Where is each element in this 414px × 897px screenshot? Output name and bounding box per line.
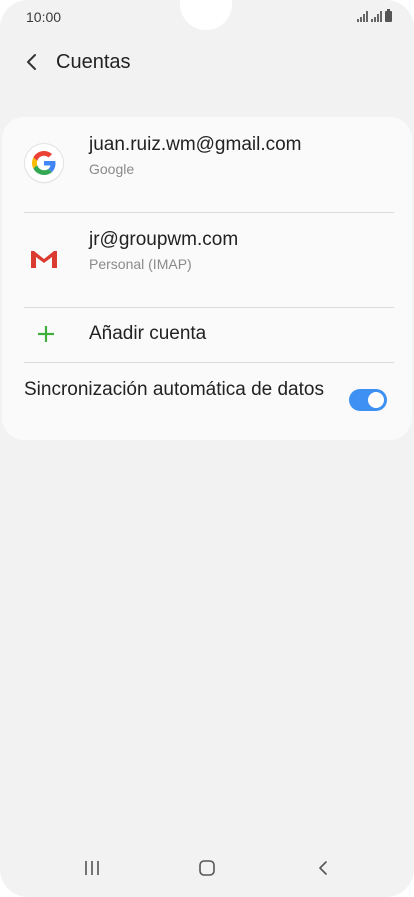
status-time: 10:00: [26, 9, 62, 25]
signal-icon-2: [371, 11, 382, 22]
home-icon: [199, 860, 215, 876]
account-icon: [24, 143, 64, 183]
status-bar: 10:00: [0, 0, 414, 34]
auto-sync-row: Sincronización automática de datos: [2, 363, 412, 440]
recents-icon: [85, 861, 99, 875]
add-account-button[interactable]: Añadir cuenta: [2, 307, 412, 362]
auto-sync-label: Sincronización automática de datos: [24, 379, 324, 400]
chevron-left-icon: [27, 54, 36, 70]
plus-icon: [34, 322, 58, 346]
nav-back-button[interactable]: [298, 851, 348, 885]
page-title: Cuentas: [56, 50, 131, 73]
account-email: juan.ruiz.wm@gmail.com: [89, 134, 302, 155]
gmail-logo-icon: [31, 251, 57, 268]
toggle-knob: [366, 390, 386, 410]
home-button[interactable]: [182, 851, 232, 885]
account-email: jr@groupwm.com: [89, 229, 239, 250]
phone-screen: 10:00 Cuentas juan.ruiz.wm@gmail.com Goo…: [0, 0, 414, 897]
status-icons: [357, 9, 392, 22]
account-row-google[interactable]: juan.ruiz.wm@gmail.com Google: [2, 117, 412, 212]
add-account-label: Añadir cuenta: [89, 323, 207, 344]
account-row-imap[interactable]: jr@groupwm.com Personal (IMAP): [2, 213, 412, 308]
recents-button[interactable]: [67, 851, 117, 885]
signal-icon: [357, 11, 368, 22]
accounts-card: juan.ruiz.wm@gmail.com Google jr@groupwm…: [2, 117, 412, 440]
camera-notch: [180, 0, 232, 30]
account-icon: [24, 239, 64, 279]
navigation-bar: [0, 845, 414, 897]
auto-sync-toggle[interactable]: [349, 389, 387, 411]
back-button[interactable]: [12, 42, 52, 82]
account-type: Google: [89, 161, 135, 177]
header: Cuentas: [0, 40, 414, 84]
account-type: Personal (IMAP): [89, 256, 192, 272]
back-icon: [319, 861, 327, 875]
google-logo-icon: [25, 144, 63, 182]
battery-icon: [385, 9, 392, 22]
